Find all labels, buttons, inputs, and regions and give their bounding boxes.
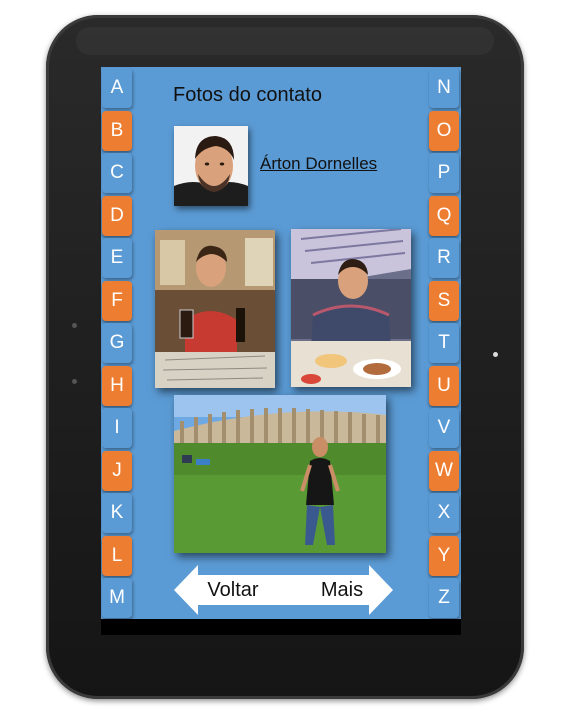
camera-dot-icon — [72, 379, 77, 384]
letter-index-h[interactable]: H — [102, 365, 132, 406]
page-title: Fotos do contato — [173, 84, 322, 106]
letter-index-n[interactable]: N — [429, 68, 459, 108]
contact-photo[interactable] — [291, 229, 411, 387]
device-screen: ABCDEFGHIJKLM NOPQRSTUVWXYZ Fotos do con… — [101, 67, 461, 635]
letter-index-q[interactable]: Q — [429, 195, 459, 236]
letter-index-y[interactable]: Y — [429, 535, 459, 576]
contact-name-link[interactable]: Árton Dornelles — [260, 154, 377, 174]
app-screen: ABCDEFGHIJKLM NOPQRSTUVWXYZ Fotos do con… — [101, 67, 461, 619]
back-button[interactable]: Voltar — [174, 565, 292, 615]
letter-index-e[interactable]: E — [102, 238, 132, 278]
letter-index-x[interactable]: X — [429, 493, 459, 533]
contact-photo[interactable] — [174, 395, 386, 553]
letter-index-i[interactable]: I — [102, 408, 132, 448]
camera-dot-icon — [72, 323, 77, 328]
letter-index-o[interactable]: O — [429, 110, 459, 151]
letter-index-l[interactable]: L — [102, 535, 132, 576]
letter-index-g[interactable]: G — [102, 323, 132, 363]
letter-index-j[interactable]: J — [102, 450, 132, 491]
letter-index-v[interactable]: V — [429, 408, 459, 448]
letter-index-b[interactable]: B — [102, 110, 132, 151]
letter-index-m[interactable]: M — [102, 578, 132, 618]
letter-index-a[interactable]: A — [102, 68, 132, 108]
letter-index-k[interactable]: K — [102, 493, 132, 533]
tablet-bezel — [76, 27, 494, 55]
back-button-label: Voltar — [207, 578, 259, 601]
letter-index-z[interactable]: Z — [429, 578, 459, 618]
light-sensor-icon — [493, 352, 498, 357]
more-button[interactable]: Mais — [291, 565, 393, 615]
letter-index-u[interactable]: U — [429, 365, 459, 406]
letter-index-d[interactable]: D — [102, 195, 132, 236]
letter-index-s[interactable]: S — [429, 280, 459, 321]
letter-index-c[interactable]: C — [102, 153, 132, 193]
letter-index-p[interactable]: P — [429, 153, 459, 193]
letter-index-r[interactable]: R — [429, 238, 459, 278]
letter-index-t[interactable]: T — [429, 323, 459, 363]
contact-photo[interactable] — [155, 230, 275, 388]
letter-index-w[interactable]: W — [429, 450, 459, 491]
letter-index-f[interactable]: F — [102, 280, 132, 321]
more-button-label: Mais — [320, 578, 364, 601]
contact-avatar[interactable] — [174, 126, 248, 206]
